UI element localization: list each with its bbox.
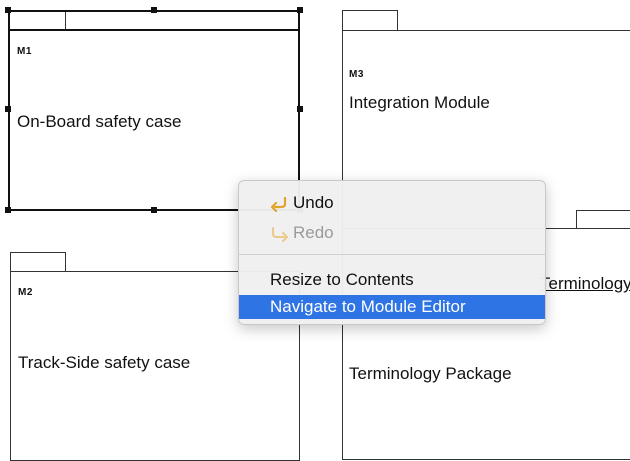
selection-outline-right [298,10,300,30]
resize-handle-sw[interactable] [5,207,11,213]
menu-separator [239,254,545,255]
menu-item-navigate-label: Navigate to Module Editor [270,297,466,316]
redo-arrow-icon [269,225,291,242]
menu-item-navigate-to-module-editor[interactable]: Navigate to Module Editor [239,295,545,319]
module-m3-id: M3 [349,69,364,80]
module-terminology-tab [576,210,630,229]
module-m3-tab [342,10,398,31]
module-terminology-name: Terminology Package [349,364,512,383]
module-terminology-overlap-label: Terminology [540,274,630,293]
resize-handle-s[interactable] [151,207,157,213]
resize-handle-w[interactable] [5,106,11,112]
module-m1-tab [8,10,66,30]
module-m2-id: M2 [18,287,33,298]
module-m1-name: On-Board safety case [17,112,182,131]
resize-handle-nw[interactable] [5,7,11,13]
menu-item-resize-to-contents[interactable]: Resize to Contents [239,268,545,292]
selection-outline-left [8,10,10,30]
undo-arrow-icon [269,195,291,213]
menu-item-undo-label: Undo [293,193,334,212]
resize-handle-ne[interactable] [297,7,303,13]
resize-handle-n[interactable] [151,7,157,13]
menu-item-undo[interactable]: Undo [239,191,545,215]
module-m2-tab [10,252,66,272]
menu-item-redo-label: Redo [293,223,334,242]
module-m2-name: Track-Side safety case [18,353,191,372]
menu-item-resize-label: Resize to Contents [270,270,414,289]
module-m1-id: M1 [17,46,32,57]
resize-handle-e[interactable] [297,106,303,112]
context-menu: Undo Redo Resize to Contents Navigate to… [238,180,546,325]
menu-item-redo[interactable]: Redo [239,221,545,245]
module-m3-name: Integration Module [349,93,490,112]
